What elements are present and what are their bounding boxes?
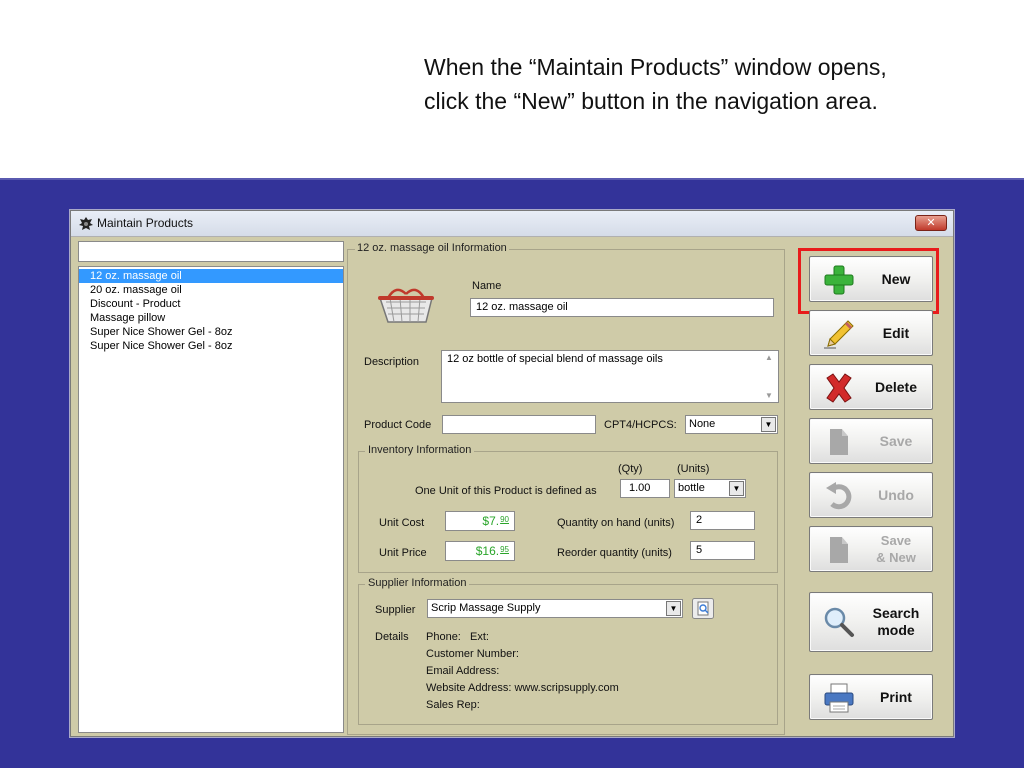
app-icon (79, 217, 93, 230)
unit-price-label: Unit Price (379, 547, 427, 559)
unit-cost-cents: 90 (500, 515, 509, 524)
product-search-input[interactable] (78, 241, 344, 262)
save-icon (830, 429, 848, 455)
undo-button[interactable]: Undo (809, 472, 933, 518)
supplier-phone: Phone: Ext: (426, 631, 489, 643)
units-header: (Units) (677, 463, 710, 475)
list-item[interactable]: Discount - Product (79, 297, 343, 311)
caption-line-2: click the “New” button in the navigation… (424, 88, 878, 114)
save-and-new-button[interactable]: Save & New (809, 526, 933, 572)
maintain-products-window: Maintain Products ✕ 12 oz. massage oil 2… (70, 210, 954, 737)
save-label: Save (879, 432, 913, 449)
unit-cost-label: Unit Cost (379, 517, 425, 529)
description-scrollbar[interactable]: ▲ ▼ (762, 353, 776, 400)
unit-price-field[interactable]: $16.95 (445, 541, 515, 561)
inventory-information-label: Inventory Information (365, 444, 475, 456)
save-new-label: Save & New (876, 533, 916, 565)
delete-x-icon (826, 373, 852, 403)
close-button[interactable]: ✕ (915, 215, 947, 231)
delete-button[interactable]: Delete (809, 364, 933, 410)
supplier-lookup-icon[interactable] (692, 598, 714, 619)
description-label: Description (364, 356, 420, 368)
product-listbox[interactable]: 12 oz. massage oil 20 oz. massage oil Di… (78, 266, 344, 733)
qty-field[interactable]: 1.00 (620, 479, 670, 498)
list-item[interactable]: Super Nice Shower Gel - 8oz (79, 325, 343, 339)
supplier-label: Supplier (375, 604, 416, 616)
save-new-icon (830, 537, 848, 563)
supplier-customer-number: Customer Number: (426, 648, 519, 660)
pencil-icon (824, 320, 854, 349)
details-label: Details (375, 631, 409, 643)
product-information-label: 12 oz. massage oil Information (355, 242, 509, 254)
caption-line-1: When the “Maintain Products” window open… (424, 54, 887, 80)
reorder-label: Reorder quantity (units) (557, 547, 672, 559)
search-mode-button[interactable]: Search mode (809, 592, 933, 652)
unit-defined-label: One Unit of this Product is defined as (415, 485, 597, 497)
new-button-highlight (798, 248, 939, 314)
scroll-up-icon[interactable]: ▲ (762, 353, 776, 362)
list-item[interactable]: 20 oz. massage oil (79, 283, 343, 297)
supplier-information-group: Supplier Information Supplier Scrip Mass… (358, 577, 778, 725)
qty-header: (Qty) (618, 463, 643, 475)
list-item[interactable]: 12 oz. massage oil (79, 269, 343, 283)
magnifier-icon (824, 607, 854, 637)
product-code-field[interactable] (442, 415, 596, 434)
supplier-select[interactable]: Scrip Massage Supply ▼ (427, 599, 683, 618)
save-button[interactable]: Save (809, 418, 933, 464)
title-bar[interactable]: Maintain Products ✕ (71, 211, 953, 237)
on-hand-label: Quantity on hand (units) (557, 517, 675, 529)
supplier-website: Website Address: www.scripsupply.com (426, 682, 619, 694)
unit-price-dollars: $16. (475, 544, 500, 558)
delete-label: Delete (874, 378, 918, 395)
product-code-label: Product Code (364, 419, 432, 431)
instruction-caption: When the “Maintain Products” window open… (424, 50, 1014, 118)
supplier-email: Email Address: (426, 665, 500, 677)
description-field[interactable]: 12 oz bottle of special blend of massage… (441, 350, 779, 403)
inventory-information-group: Inventory Information (Qty) (Units) One … (358, 444, 778, 573)
description-text: 12 oz bottle of special blend of massage… (447, 353, 663, 365)
unit-cost-field[interactable]: $7.90 (445, 511, 515, 531)
unit-price-cents: 95 (500, 545, 509, 554)
edit-label: Edit (882, 324, 910, 341)
search-mode-label: Search mode (872, 605, 920, 638)
print-button[interactable]: Print (809, 674, 933, 720)
product-information-group: 12 oz. massage oil Information Name 12 o… (347, 242, 785, 735)
undo-icon (826, 482, 852, 510)
supplier-information-label: Supplier Information (365, 577, 470, 589)
list-item[interactable]: Super Nice Shower Gel - 8oz (79, 339, 343, 353)
name-label: Name (472, 280, 502, 292)
unit-cost-dollars: $7. (482, 514, 500, 528)
shopping-basket-icon (378, 288, 434, 323)
edit-button[interactable]: Edit (809, 310, 933, 356)
cpt-hcpcs-label: CPT4/HCPCS: (604, 419, 677, 431)
scroll-down-icon[interactable]: ▼ (762, 391, 776, 400)
supplier-value: Scrip Massage Supply (431, 602, 541, 614)
units-select[interactable]: bottle ▼ (674, 479, 746, 498)
print-label: Print (880, 688, 912, 705)
window-title: Maintain Products (97, 216, 194, 230)
list-item[interactable]: Massage pillow (79, 311, 343, 325)
on-hand-field[interactable]: 2 (690, 511, 755, 530)
printer-icon (824, 683, 854, 713)
cpt-hcpcs-value: None (689, 418, 716, 430)
chevron-down-icon[interactable]: ▼ (761, 417, 776, 432)
undo-label: Undo (878, 486, 914, 503)
reorder-field[interactable]: 5 (690, 541, 755, 560)
chevron-down-icon[interactable]: ▼ (666, 601, 681, 616)
supplier-sales-rep: Sales Rep: (426, 699, 480, 711)
name-field[interactable]: 12 oz. massage oil (470, 298, 774, 317)
units-value: bottle (678, 482, 705, 494)
chevron-down-icon[interactable]: ▼ (729, 481, 744, 496)
cpt-hcpcs-select[interactable]: None ▼ (685, 415, 778, 434)
